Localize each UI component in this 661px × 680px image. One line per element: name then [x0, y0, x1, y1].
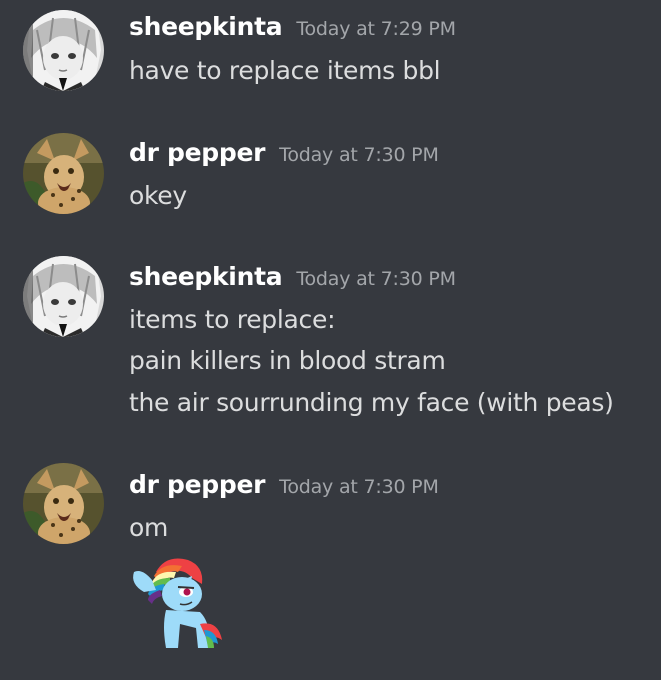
message-header: sheepkinta Today at 7:29 PM	[129, 12, 456, 41]
timestamp: Today at 7:30 PM	[279, 476, 439, 498]
author-name[interactable]: dr pepper	[129, 470, 265, 499]
timestamp: Today at 7:30 PM	[296, 268, 456, 290]
message-header: dr pepper Today at 7:30 PM	[129, 470, 439, 499]
message-text: the air sourrunding my face (with peas)	[129, 388, 614, 417]
author-name[interactable]: sheepkinta	[129, 12, 283, 41]
message-header: dr pepper Today at 7:30 PM	[129, 138, 439, 167]
message-text: om	[129, 513, 169, 542]
message-text: items to replace:	[129, 305, 336, 334]
author-name[interactable]: dr pepper	[129, 138, 265, 167]
anime-girl-avatar[interactable]	[23, 10, 104, 91]
rainbow-pony-salute-sticker[interactable]	[126, 554, 226, 654]
serval-cat-avatar[interactable]	[23, 463, 104, 544]
message-header: sheepkinta Today at 7:30 PM	[129, 262, 456, 291]
author-name[interactable]: sheepkinta	[129, 262, 283, 291]
message-text: okey	[129, 181, 187, 210]
message-text: pain killers in blood stram	[129, 346, 446, 375]
message-text: have to replace items bbl	[129, 56, 441, 85]
timestamp: Today at 7:30 PM	[279, 144, 439, 166]
timestamp: Today at 7:29 PM	[296, 18, 456, 40]
serval-cat-avatar[interactable]	[23, 133, 104, 214]
anime-girl-avatar[interactable]	[23, 256, 104, 337]
